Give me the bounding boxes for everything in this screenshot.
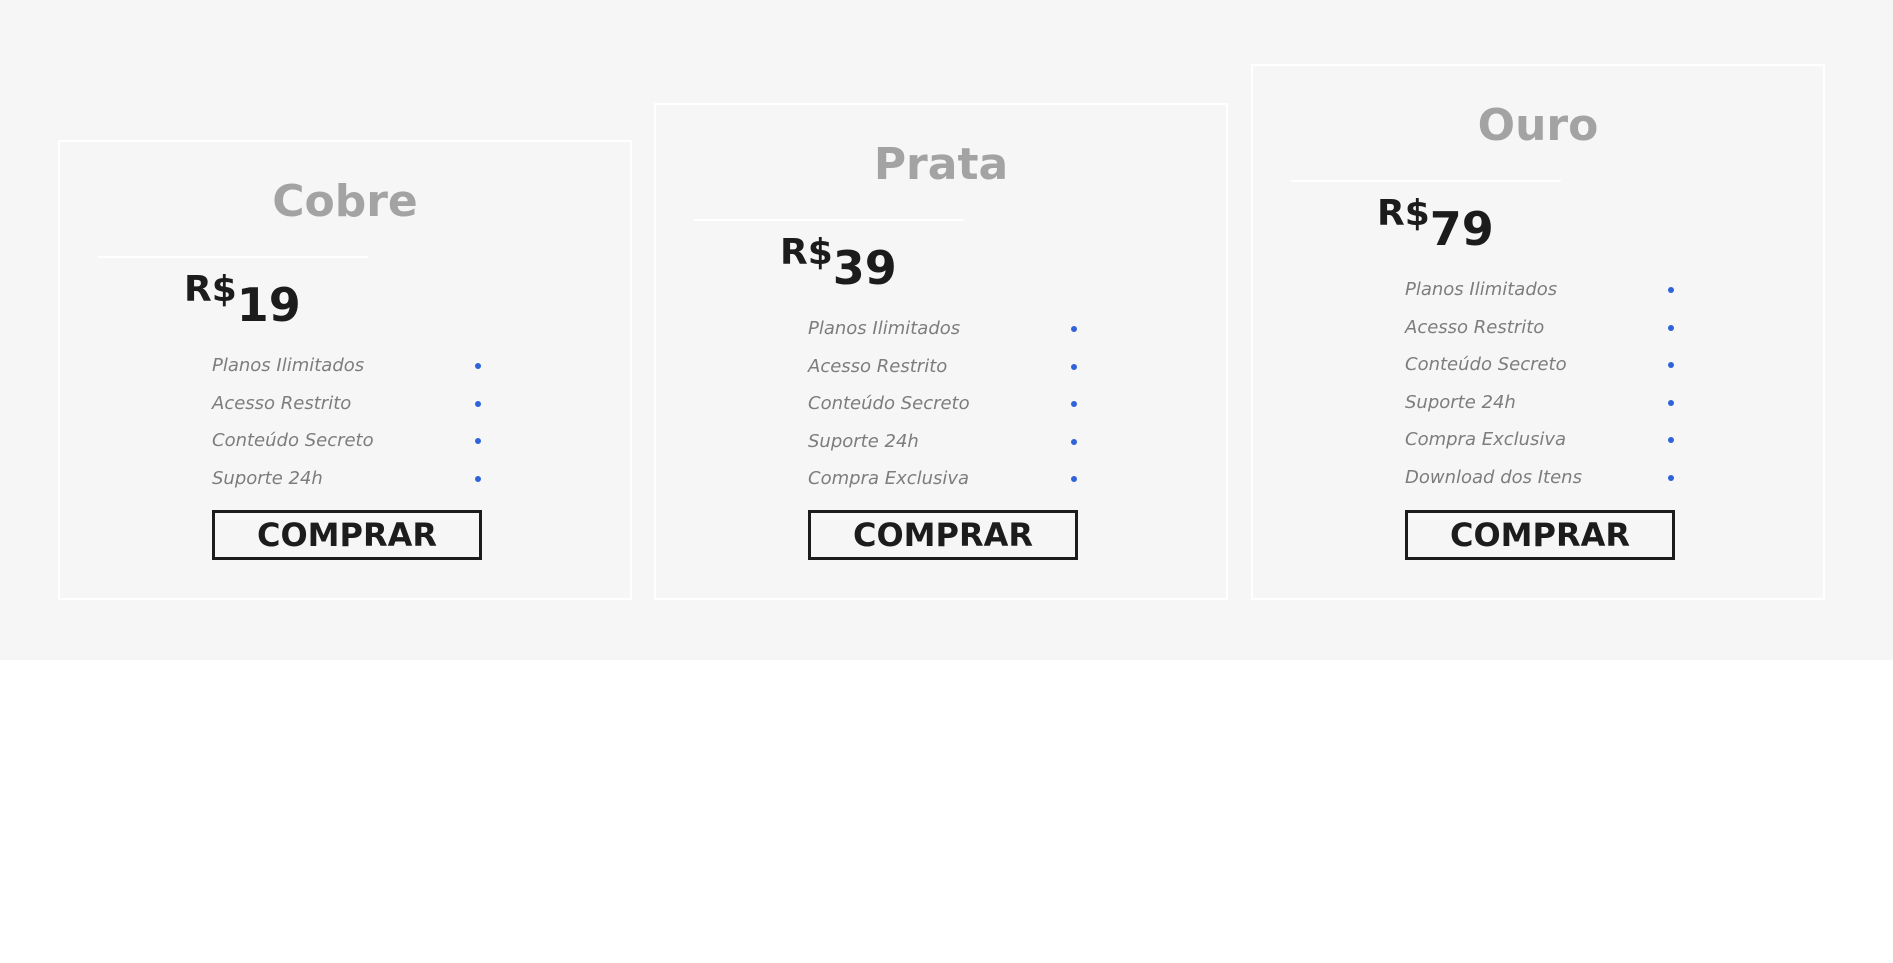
- feature-item: Suporte 24h: [808, 423, 1080, 461]
- feature-label: Compra Exclusiva: [1405, 429, 1567, 450]
- bullet-icon: [1668, 474, 1674, 481]
- bullet-icon: [1071, 363, 1077, 370]
- feature-label: Planos Ilimitados: [1405, 279, 1558, 300]
- plan-price: R$39: [780, 232, 897, 292]
- bullet-icon: [475, 438, 481, 444]
- feature-list: Planos Ilimitados Acesso Restrito Conteú…: [212, 347, 484, 497]
- feature-item: Suporte 24h: [212, 460, 484, 498]
- price-amount: 79: [1429, 202, 1494, 256]
- divider: [98, 256, 368, 258]
- feature-label: Download dos Itens: [1405, 466, 1582, 488]
- bullet-icon: [475, 475, 481, 482]
- feature-item: Planos Ilimitados: [1405, 271, 1677, 309]
- plan-price: R$19: [184, 269, 301, 329]
- feature-label: Acesso Restrito: [212, 392, 352, 414]
- feature-item: Download dos Itens: [1405, 459, 1677, 497]
- feature-item: Conteúdo Secreto: [212, 422, 484, 460]
- feature-item: Conteúdo Secreto: [1405, 346, 1677, 384]
- bullet-icon: [475, 363, 481, 369]
- plan-name: Cobre: [272, 176, 418, 227]
- plan-price: R$79: [1377, 193, 1494, 253]
- bullet-icon: [1071, 438, 1077, 445]
- bullet-icon: [1668, 399, 1674, 406]
- feature-label: Suporte 24h: [1405, 391, 1516, 413]
- feature-label: Suporte 24h: [212, 467, 323, 489]
- bullet-icon: [1668, 324, 1674, 331]
- pricing-card-ouro: Ouro R$79 Planos Ilimitados Acesso Restr…: [1251, 64, 1825, 600]
- feature-label: Suporte 24h: [808, 430, 919, 452]
- feature-item: Planos Ilimitados: [808, 310, 1080, 348]
- buy-button-ouro[interactable]: COMPRAR: [1405, 510, 1675, 560]
- feature-label: Acesso Restrito: [1405, 316, 1545, 338]
- feature-item: Acesso Restrito: [808, 348, 1080, 386]
- feature-item: Compra Exclusiva: [1405, 421, 1677, 459]
- bullet-icon: [1071, 326, 1077, 332]
- feature-item: Suporte 24h: [1405, 384, 1677, 422]
- feature-label: Planos Ilimitados: [212, 355, 365, 376]
- feature-item: Conteúdo Secreto: [808, 385, 1080, 423]
- feature-item: Planos Ilimitados: [212, 347, 484, 385]
- pricing-section: Cobre R$19 Planos Ilimitados Acesso Rest…: [0, 0, 1893, 660]
- price-currency: R$: [184, 269, 237, 310]
- plan-name: Ouro: [1477, 100, 1599, 151]
- feature-list: Planos Ilimitados Acesso Restrito Conteú…: [808, 310, 1080, 498]
- bullet-icon: [1668, 437, 1674, 443]
- buy-button-prata[interactable]: COMPRAR: [808, 510, 1078, 560]
- price-amount: 39: [832, 241, 897, 295]
- bullet-icon: [1071, 476, 1077, 482]
- price-amount: 19: [236, 278, 301, 332]
- feature-label: Conteúdo Secreto: [212, 430, 374, 451]
- buy-button-cobre[interactable]: COMPRAR: [212, 510, 482, 560]
- bullet-icon: [1071, 401, 1077, 407]
- divider: [1291, 180, 1561, 182]
- price-currency: R$: [780, 232, 833, 273]
- bullet-icon: [475, 400, 481, 407]
- feature-label: Planos Ilimitados: [808, 318, 961, 339]
- plan-name: Prata: [873, 139, 1009, 190]
- feature-item: Acesso Restrito: [1405, 309, 1677, 347]
- pricing-card-cobre: Cobre R$19 Planos Ilimitados Acesso Rest…: [58, 140, 632, 600]
- feature-label: Compra Exclusiva: [808, 468, 970, 489]
- feature-label: Conteúdo Secreto: [1405, 354, 1567, 375]
- price-currency: R$: [1377, 193, 1430, 234]
- feature-item: Acesso Restrito: [212, 385, 484, 423]
- pricing-card-prata: Prata R$39 Planos Ilimitados Acesso Rest…: [654, 103, 1228, 600]
- bullet-icon: [1668, 362, 1674, 368]
- feature-label: Conteúdo Secreto: [808, 393, 970, 414]
- bullet-icon: [1668, 287, 1674, 293]
- feature-label: Acesso Restrito: [808, 355, 948, 377]
- divider: [694, 219, 964, 221]
- feature-item: Compra Exclusiva: [808, 460, 1080, 498]
- feature-list: Planos Ilimitados Acesso Restrito Conteú…: [1405, 271, 1677, 496]
